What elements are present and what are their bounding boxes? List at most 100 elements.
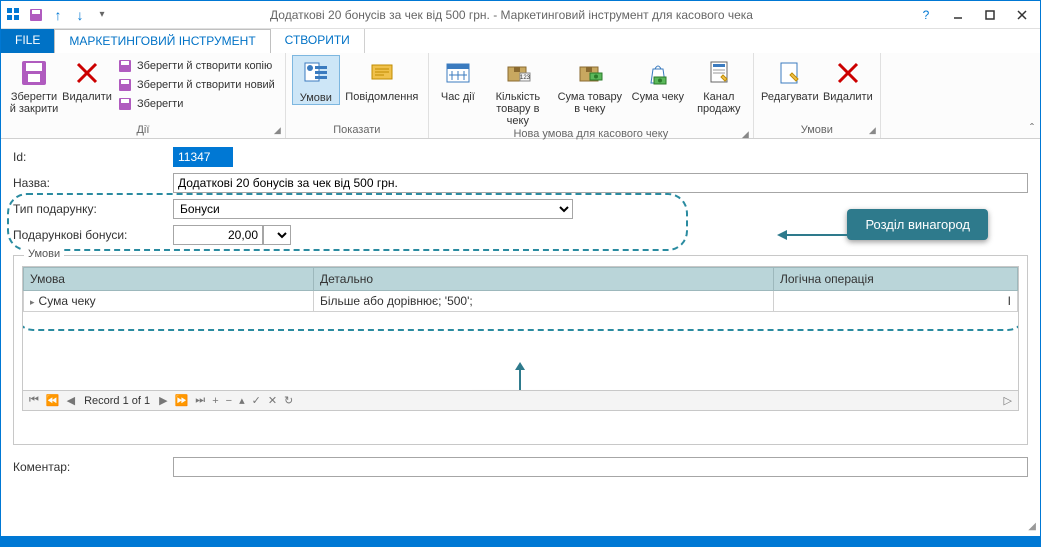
edit-condition-button[interactable]: Редагувати: [760, 55, 820, 103]
nav-prev-page-icon[interactable]: ⏪: [44, 394, 62, 407]
box-money-icon: [574, 57, 606, 89]
form-area: Id: Назва: Тип подарунку: Бонуси Подарун…: [1, 139, 1040, 453]
id-input[interactable]: [173, 147, 233, 167]
conditions-legend: Умови: [24, 248, 64, 260]
save-icon[interactable]: [27, 6, 45, 24]
cell-logic: І: [774, 291, 1018, 312]
cell-detail: Більше або дорівнює; '500';: [314, 291, 774, 312]
save-and-new-button[interactable]: Зберегти й створити новий: [113, 76, 279, 94]
up-arrow-icon[interactable]: ↑: [49, 6, 67, 24]
titlebar: ↑ ↓ ▾ Додаткові 20 бонусів за чек від 50…: [1, 1, 1040, 29]
ribbon-group-conditions: Редагувати Видалити Умови◢: [754, 53, 881, 138]
nav-cancel-icon[interactable]: ✕: [266, 394, 279, 407]
callout-arrow-icon: [777, 225, 847, 245]
delete-button[interactable]: Видалити: [63, 55, 111, 103]
window-controls: ?: [912, 5, 1036, 25]
delete-condition-button[interactable]: Видалити: [822, 55, 874, 103]
time-label: Час дії: [441, 91, 475, 103]
qat-dropdown-icon[interactable]: ▾: [93, 6, 111, 24]
maximize-icon[interactable]: [976, 5, 1004, 25]
name-label: Назва:: [13, 176, 173, 190]
status-bar: [1, 536, 1040, 546]
quick-access-toolbar: ↑ ↓ ▾: [5, 6, 111, 24]
reward-callout-text: Розділ винагород: [847, 209, 988, 240]
nav-last-icon[interactable]: ⏭: [193, 394, 207, 407]
nav-next-page-icon[interactable]: ⏩: [173, 394, 191, 407]
svg-text:123: 123: [520, 75, 531, 81]
save-and-close-button[interactable]: Зберегти й закрити: [7, 55, 61, 115]
save-copy-label: Зберегти й створити копію: [137, 60, 272, 72]
ribbon-group-actions: Зберегти й закрити Видалити Зберегти й с…: [1, 53, 286, 138]
ribbon: Зберегти й закрити Видалити Зберегти й с…: [1, 53, 1040, 139]
gift-bonus-input[interactable]: [173, 225, 263, 245]
item-sum-label: Сума товару в чеку: [557, 91, 623, 115]
conditions-groupbox: Умови Умова Детально Логічна операція Су…: [13, 255, 1028, 445]
save-variants-list: Зберегти й створити копію Зберегти й ств…: [113, 55, 279, 113]
delete-cond-label: Видалити: [823, 91, 873, 103]
help-icon[interactable]: ?: [912, 5, 940, 25]
time-condition-button[interactable]: Час дії: [435, 55, 481, 103]
box-count-icon: 123: [502, 57, 534, 89]
item-sum-button[interactable]: Сума товару в чеку: [555, 55, 625, 115]
callout-arrow-icon: [512, 362, 530, 390]
comment-row: Коментар:: [1, 453, 1040, 481]
resize-grip-icon[interactable]: ◢: [1028, 521, 1036, 532]
item-count-button[interactable]: 123 Кількість товару в чеку: [483, 55, 553, 127]
tab-create[interactable]: СТВОРИТИ: [271, 29, 365, 53]
comment-input[interactable]: [173, 457, 1028, 477]
edit-icon: [774, 57, 806, 89]
conditions-button[interactable]: Умови: [292, 55, 340, 105]
id-label: Id:: [13, 150, 173, 164]
notifications-button[interactable]: Повідомлення: [342, 55, 422, 103]
edit-label: Редагувати: [761, 91, 819, 103]
save-new-label: Зберегти й створити новий: [137, 79, 275, 91]
notifications-icon: [366, 57, 398, 89]
table-row[interactable]: Сума чеку Більше або дорівнює; '500'; І: [24, 291, 1018, 312]
channel-icon: [703, 57, 735, 89]
name-input[interactable]: [173, 173, 1028, 193]
nav-record-text: Record 1 of 1: [84, 395, 150, 407]
id-row: Id:: [13, 147, 1028, 167]
dialog-launcher-icon[interactable]: ◢: [869, 125, 876, 136]
col-condition[interactable]: Умова: [24, 268, 314, 291]
dialog-launcher-icon[interactable]: ◢: [274, 125, 281, 136]
close-icon[interactable]: [1008, 5, 1036, 25]
nav-next-icon[interactable]: ▶: [157, 394, 169, 407]
nav-remove-icon[interactable]: −: [224, 395, 234, 407]
conditions-grid-wrap: Умова Детально Логічна операція Сума чек…: [22, 266, 1019, 411]
nav-prev-icon[interactable]: ◀: [65, 394, 77, 407]
app-icon: [5, 6, 23, 24]
gift-type-select[interactable]: Бонуси: [173, 199, 573, 219]
tab-marketing-tool[interactable]: МАРКЕТИНГОВИЙ ІНСТРУМЕНТ: [54, 29, 270, 53]
name-row: Назва:: [13, 173, 1028, 193]
minimize-icon[interactable]: [944, 5, 972, 25]
nav-commit-icon[interactable]: ✓: [250, 394, 263, 407]
nav-first-icon[interactable]: ⏮: [27, 394, 41, 407]
nav-scroll-right-icon[interactable]: ▷: [1002, 394, 1014, 407]
check-sum-button[interactable]: Сума чеку: [627, 55, 689, 103]
down-arrow-icon[interactable]: ↓: [71, 6, 89, 24]
reward-callout: Розділ винагород: [847, 209, 988, 240]
col-detail[interactable]: Детально: [314, 268, 774, 291]
calendar-icon: [442, 57, 474, 89]
grid-navigator: ⏮ ⏪ ◀ Record 1 of 1 ▶ ⏩ ⏭ + − ▴ ✓ ✕ ↻ ▷: [23, 390, 1018, 410]
item-count-label: Кількість товару в чеку: [485, 91, 551, 127]
gift-bonus-unit-select[interactable]: [263, 225, 291, 245]
group-conditions-title: Умови◢: [760, 123, 874, 138]
save-button[interactable]: Зберегти: [113, 95, 279, 113]
nav-add-icon[interactable]: +: [210, 395, 220, 407]
window-title: Додаткові 20 бонусів за чек від 500 грн.…: [111, 8, 912, 22]
tab-file[interactable]: FILE: [1, 29, 54, 53]
col-logic[interactable]: Логічна операція: [774, 268, 1018, 291]
save-close-label: Зберегти й закрити: [9, 91, 59, 115]
collapse-ribbon-icon[interactable]: ˆ: [1030, 121, 1034, 135]
save-copy-icon: [117, 58, 133, 74]
conditions-grid[interactable]: Умова Детально Логічна операція Сума чек…: [23, 267, 1018, 312]
gift-bonus-label: Подарункові бонуси:: [13, 228, 173, 242]
save-and-copy-button[interactable]: Зберегти й створити копію: [113, 57, 279, 75]
nav-refresh-icon[interactable]: ↻: [282, 394, 295, 407]
save-small-icon: [117, 96, 133, 112]
nav-edit-icon[interactable]: ▴: [237, 394, 247, 407]
ribbon-tabs: FILE МАРКЕТИНГОВИЙ ІНСТРУМЕНТ СТВОРИТИ: [1, 29, 1040, 53]
sales-channel-button[interactable]: Канал продажу: [691, 55, 747, 115]
